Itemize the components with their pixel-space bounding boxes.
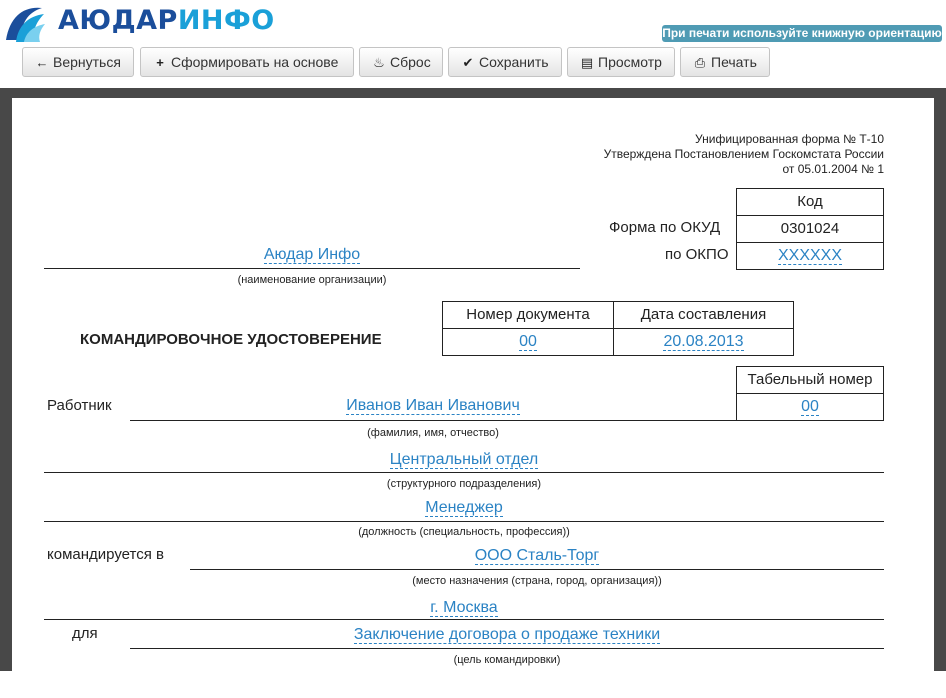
okpo-label: по ОКПО bbox=[665, 246, 729, 263]
org-name-value[interactable]: Аюдар Инфо bbox=[263, 246, 361, 264]
org-name-wrap: Аюдар Инфо bbox=[44, 246, 580, 264]
top-bar: АЮДАРИНФО При печати используйте книжную… bbox=[0, 0, 946, 88]
city-value[interactable]: г. Москва bbox=[430, 599, 498, 617]
save-button-label: Сохранить bbox=[479, 54, 549, 70]
destination-wrap: ООО Сталь-Торг bbox=[190, 547, 884, 565]
destination-caption: (место назначения (страна, город, органи… bbox=[412, 575, 662, 587]
create-based-button-label: Сформировать на основе bbox=[171, 54, 339, 70]
position-underline bbox=[44, 521, 884, 522]
purpose-value[interactable]: Заключение договора о продаже техники bbox=[353, 626, 661, 644]
form-header-line2: Утверждена Постановлением Госкомстата Ро… bbox=[603, 147, 884, 161]
doc-date-header: Дата составления bbox=[613, 301, 794, 329]
dept-wrap: Центральный отдел bbox=[44, 451, 884, 469]
arrow-left-icon: ← bbox=[35, 55, 49, 70]
purpose-label: для bbox=[72, 625, 98, 642]
position-wrap: Менеджер bbox=[44, 499, 884, 517]
printer-icon: ⎙ bbox=[694, 55, 706, 70]
document-title: КОМАНДИРОВОЧНОЕ УДОСТОВЕРЕНИЕ bbox=[80, 331, 382, 348]
purpose-caption: (цель командировки) bbox=[453, 654, 561, 666]
worker-label: Работник bbox=[47, 397, 112, 414]
position-value[interactable]: Менеджер bbox=[425, 499, 503, 517]
sent-label: командируется в bbox=[47, 546, 164, 563]
check-icon: ✔ bbox=[462, 55, 474, 70]
plus-icon: + bbox=[156, 55, 164, 70]
preview-button[interactable]: ▤ Просмотр bbox=[567, 47, 675, 77]
save-button[interactable]: ✔ Сохранить bbox=[448, 47, 562, 77]
doc-number-value[interactable]: 00 bbox=[519, 333, 537, 351]
code-header: Код bbox=[736, 188, 884, 216]
logo-text: АЮДАРИНФО bbox=[58, 5, 275, 36]
form-page: Унифицированная форма № Т-10 Утверждена … bbox=[12, 98, 934, 698]
document-stage: Унифицированная форма № Т-10 Утверждена … bbox=[0, 88, 946, 698]
destination-value[interactable]: ООО Сталь-Торг bbox=[474, 547, 600, 565]
worker-name-value[interactable]: Иванов Иван Иванович bbox=[346, 397, 520, 415]
city-underline bbox=[44, 619, 884, 620]
worker-underline bbox=[130, 420, 884, 421]
back-button-label: Вернуться bbox=[53, 54, 121, 70]
print-button-label: Печать bbox=[711, 54, 757, 70]
dept-value[interactable]: Центральный отдел bbox=[389, 451, 539, 469]
reset-button[interactable]: ♨ Сброс bbox=[359, 47, 443, 77]
tab-number-value[interactable]: 00 bbox=[801, 398, 819, 416]
okpo-value[interactable]: XXXXXX bbox=[777, 247, 843, 265]
worker-wrap: Иванов Иван Иванович bbox=[130, 397, 736, 415]
position-caption: (должность (специальность, профессия)) bbox=[358, 526, 570, 538]
dept-caption: (структурного подразделения) bbox=[386, 478, 542, 490]
worker-caption: (фамилия, имя, отчество) bbox=[367, 427, 499, 439]
logo-part1: АЮДАР bbox=[58, 5, 178, 36]
logo-part2: ИНФО bbox=[177, 5, 275, 36]
reset-button-label: Сброс bbox=[390, 54, 431, 70]
purpose-wrap: Заключение договора о продаже техники bbox=[130, 626, 884, 644]
fire-icon: ♨ bbox=[373, 55, 385, 70]
tab-number-cell: 00 bbox=[736, 393, 884, 421]
back-button[interactable]: ← Вернуться bbox=[22, 47, 134, 77]
logo-mark-icon bbox=[6, 7, 45, 42]
doc-date-value[interactable]: 20.08.2013 bbox=[663, 333, 744, 351]
preview-button-label: Просмотр bbox=[598, 54, 662, 70]
form-header-line1: Унифицированная форма № Т-10 bbox=[695, 132, 884, 146]
doc-number-cell: 00 bbox=[442, 328, 614, 356]
create-based-button[interactable]: + Сформировать на основе bbox=[140, 47, 354, 77]
print-orientation-hint: При печати используйте книжную ориентаци… bbox=[662, 25, 942, 42]
purpose-underline bbox=[130, 648, 884, 649]
org-caption: (наименование организации) bbox=[237, 274, 387, 286]
destination-underline bbox=[190, 569, 884, 570]
org-underline bbox=[44, 268, 580, 269]
tab-number-header: Табельный номер bbox=[736, 366, 884, 394]
okud-label: Форма по ОКУД bbox=[609, 219, 721, 236]
doc-number-header: Номер документа bbox=[442, 301, 614, 329]
doc-date-cell: 20.08.2013 bbox=[613, 328, 794, 356]
dept-underline bbox=[44, 472, 884, 473]
list-icon: ▤ bbox=[580, 55, 594, 70]
logo[interactable]: АЮДАРИНФО bbox=[2, 2, 275, 44]
form-header-line3: от 05.01.2004 № 1 bbox=[782, 162, 884, 176]
city-wrap: г. Москва bbox=[44, 599, 884, 617]
okud-value: 0301024 bbox=[736, 215, 884, 243]
print-button[interactable]: ⎙ Печать bbox=[680, 47, 770, 77]
okpo-cell: XXXXXX bbox=[736, 242, 884, 270]
